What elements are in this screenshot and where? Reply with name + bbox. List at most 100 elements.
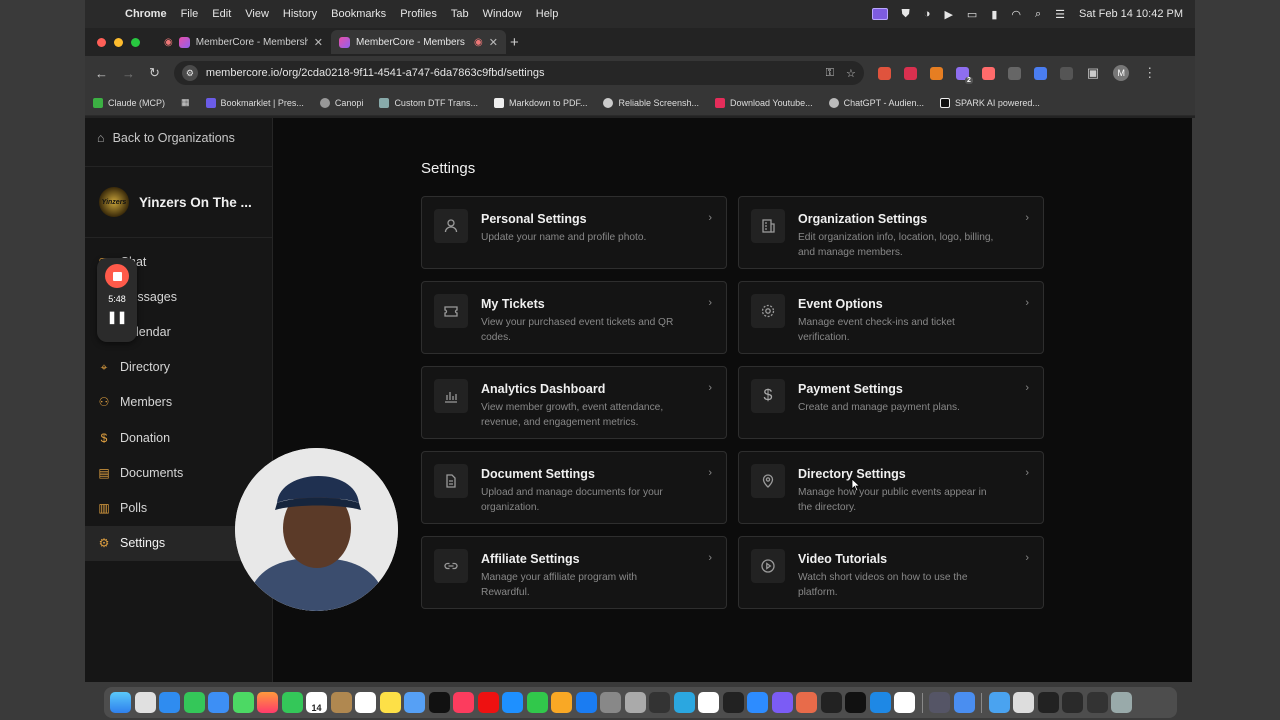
bookmark-reliable[interactable]: Reliable Screensh...: [603, 97, 699, 108]
app-store-icon[interactable]: [575, 692, 597, 713]
card-personal-settings[interactable]: Personal Settings Update your name and p…: [421, 196, 727, 269]
control-center-icon[interactable]: ☰: [1055, 8, 1065, 21]
card-analytics-dashboard[interactable]: Analytics Dashboard View member growth, …: [421, 366, 727, 439]
finder-icon[interactable]: [110, 692, 131, 713]
card-directory-settings[interactable]: Directory Settings Manage how your publi…: [738, 451, 1044, 524]
address-bar[interactable]: ⚙ membercore.io/org/2cda0218-9f11-4541-a…: [173, 61, 864, 85]
photos-icon[interactable]: [257, 692, 278, 713]
menu-history[interactable]: History: [283, 8, 317, 20]
calendar-icon[interactable]: 14: [306, 692, 327, 713]
wifi-icon[interactable]: ◠: [1011, 8, 1021, 21]
music-icon[interactable]: [453, 692, 474, 713]
keynote-icon[interactable]: [502, 692, 523, 713]
stack-1-icon[interactable]: [1013, 692, 1034, 713]
menu-view[interactable]: View: [245, 8, 269, 20]
clock[interactable]: Sat Feb 14 10:42 PM: [1079, 8, 1183, 20]
apple-icon[interactable]: [99, 7, 113, 21]
toggle-icon[interactable]: ◑: [924, 8, 931, 20]
close-window-button[interactable]: [97, 37, 106, 47]
tab-membercore-2[interactable]: MemberCore - Members ◉ ✕: [331, 30, 506, 54]
sidebar-item-donation[interactable]: $ Donation: [85, 420, 272, 455]
github-icon[interactable]: [771, 692, 793, 713]
sidebar-item-documents[interactable]: ▤ Documents: [85, 455, 272, 490]
menu-file[interactable]: File: [181, 8, 199, 20]
site-info-icon[interactable]: ⚙: [181, 65, 198, 81]
trash-icon[interactable]: [1111, 692, 1132, 713]
org-header[interactable]: Yinzers Yinzers On The ...: [85, 166, 272, 238]
car-icon[interactable]: ▭: [967, 8, 977, 21]
side-panel-icon[interactable]: ▣: [1087, 65, 1099, 81]
sidebar-item-directory[interactable]: ⌖ Directory: [85, 350, 272, 385]
bookmark-custom-dtf[interactable]: Custom DTF Trans...: [379, 97, 478, 108]
forward-arrow-icon[interactable]: →: [122, 66, 135, 81]
stop-recording-button[interactable]: [105, 264, 129, 288]
bookmark-bookmarklet[interactable]: Bookmarklet | Pres...: [205, 97, 304, 108]
pages-icon[interactable]: [551, 692, 572, 713]
menu-profiles[interactable]: Profiles: [400, 8, 437, 20]
numbers-icon[interactable]: [526, 692, 548, 713]
back-to-organizations-link[interactable]: ⌂ Back to Organizations: [85, 118, 272, 158]
pause-icon[interactable]: ❚❚: [107, 310, 127, 324]
close-tab-icon[interactable]: ✕: [489, 36, 498, 49]
freeform-icon[interactable]: [404, 692, 425, 713]
card-affiliate-settings[interactable]: Affiliate Settings Manage your affiliate…: [421, 536, 727, 609]
notes-icon[interactable]: [379, 692, 401, 713]
profile-avatar[interactable]: M: [1113, 65, 1130, 81]
back-arrow-icon[interactable]: ←: [95, 66, 108, 81]
extension-2-icon[interactable]: [903, 66, 917, 80]
new-tab-icon[interactable]: +: [510, 34, 519, 51]
extension-3-icon[interactable]: [929, 66, 943, 80]
card-document-settings[interactable]: Document Settings Upload and manage docu…: [421, 451, 727, 524]
reload-icon[interactable]: ↻: [149, 65, 160, 81]
card-video-tutorials[interactable]: Video Tutorials Watch short videos on ho…: [738, 536, 1044, 609]
apps-grid[interactable]: ▦: [181, 97, 190, 108]
preview-icon[interactable]: [624, 692, 646, 713]
extension-7-icon[interactable]: [1033, 66, 1047, 80]
bookmark-markdown[interactable]: Markdown to PDF...: [493, 97, 587, 108]
vscode-icon[interactable]: [869, 692, 891, 713]
stack-3-icon[interactable]: [1062, 692, 1083, 713]
mail-icon[interactable]: [208, 692, 229, 713]
stack-4-icon[interactable]: [1086, 692, 1108, 713]
bookmark-chatgpt[interactable]: ChatGPT - Audien...: [828, 97, 924, 108]
stack-2-icon[interactable]: [1037, 692, 1059, 713]
news-icon[interactable]: [477, 692, 499, 713]
extension-5-icon[interactable]: [981, 66, 995, 80]
sidebar-item-members[interactable]: ⚇ Members: [85, 385, 272, 420]
play-circle-icon[interactable]: ▶: [944, 8, 952, 21]
battery-icon[interactable]: ▮: [991, 8, 997, 21]
telegram-icon[interactable]: [673, 692, 695, 713]
launchpad-icon[interactable]: [134, 692, 156, 713]
reminders-icon[interactable]: [355, 692, 376, 713]
screen-record-icon[interactable]: [871, 8, 888, 20]
slack-icon[interactable]: [698, 692, 719, 713]
search-icon[interactable]: ⌕: [1035, 8, 1041, 21]
zoom-icon[interactable]: [747, 692, 768, 713]
tab-membercore-1[interactable]: ◉ MemberCore - Membership & ✕: [156, 30, 331, 54]
menu-window[interactable]: Window: [483, 8, 522, 20]
contacts-icon[interactable]: [330, 692, 352, 713]
menu-tab[interactable]: Tab: [451, 8, 469, 20]
more-menu-icon[interactable]: ⋮: [1143, 65, 1156, 81]
bookmark-youtube[interactable]: Download Youtube...: [715, 97, 813, 108]
capcut-icon[interactable]: [722, 692, 744, 713]
bookmark-claude[interactable]: Claude (MCP): [93, 97, 165, 108]
maps-icon[interactable]: [232, 692, 254, 713]
extension-1-icon[interactable]: [877, 66, 891, 80]
menu-edit[interactable]: Edit: [212, 8, 231, 20]
messages-icon[interactable]: [183, 692, 205, 713]
minimize-window-button[interactable]: [114, 37, 123, 47]
downloads-folder-icon[interactable]: [988, 692, 1010, 713]
recent-app-2-icon[interactable]: [953, 692, 975, 713]
shield-icon[interactable]: ⛊: [902, 8, 910, 21]
tv-icon[interactable]: [428, 692, 450, 713]
app-2-icon[interactable]: [820, 692, 842, 713]
terminal-icon[interactable]: [845, 692, 866, 713]
extensions-puzzle-icon[interactable]: [1059, 66, 1073, 80]
facetime-icon[interactable]: [281, 692, 303, 713]
url-text[interactable]: membercore.io/org/2cda0218-9f11-4541-a74…: [206, 67, 545, 79]
app-1-icon[interactable]: [649, 692, 670, 713]
card-payment-settings[interactable]: $ Payment Settings Create and manage pay…: [738, 366, 1044, 439]
safari-icon[interactable]: [159, 692, 180, 713]
close-tab-icon[interactable]: ✕: [314, 36, 323, 49]
